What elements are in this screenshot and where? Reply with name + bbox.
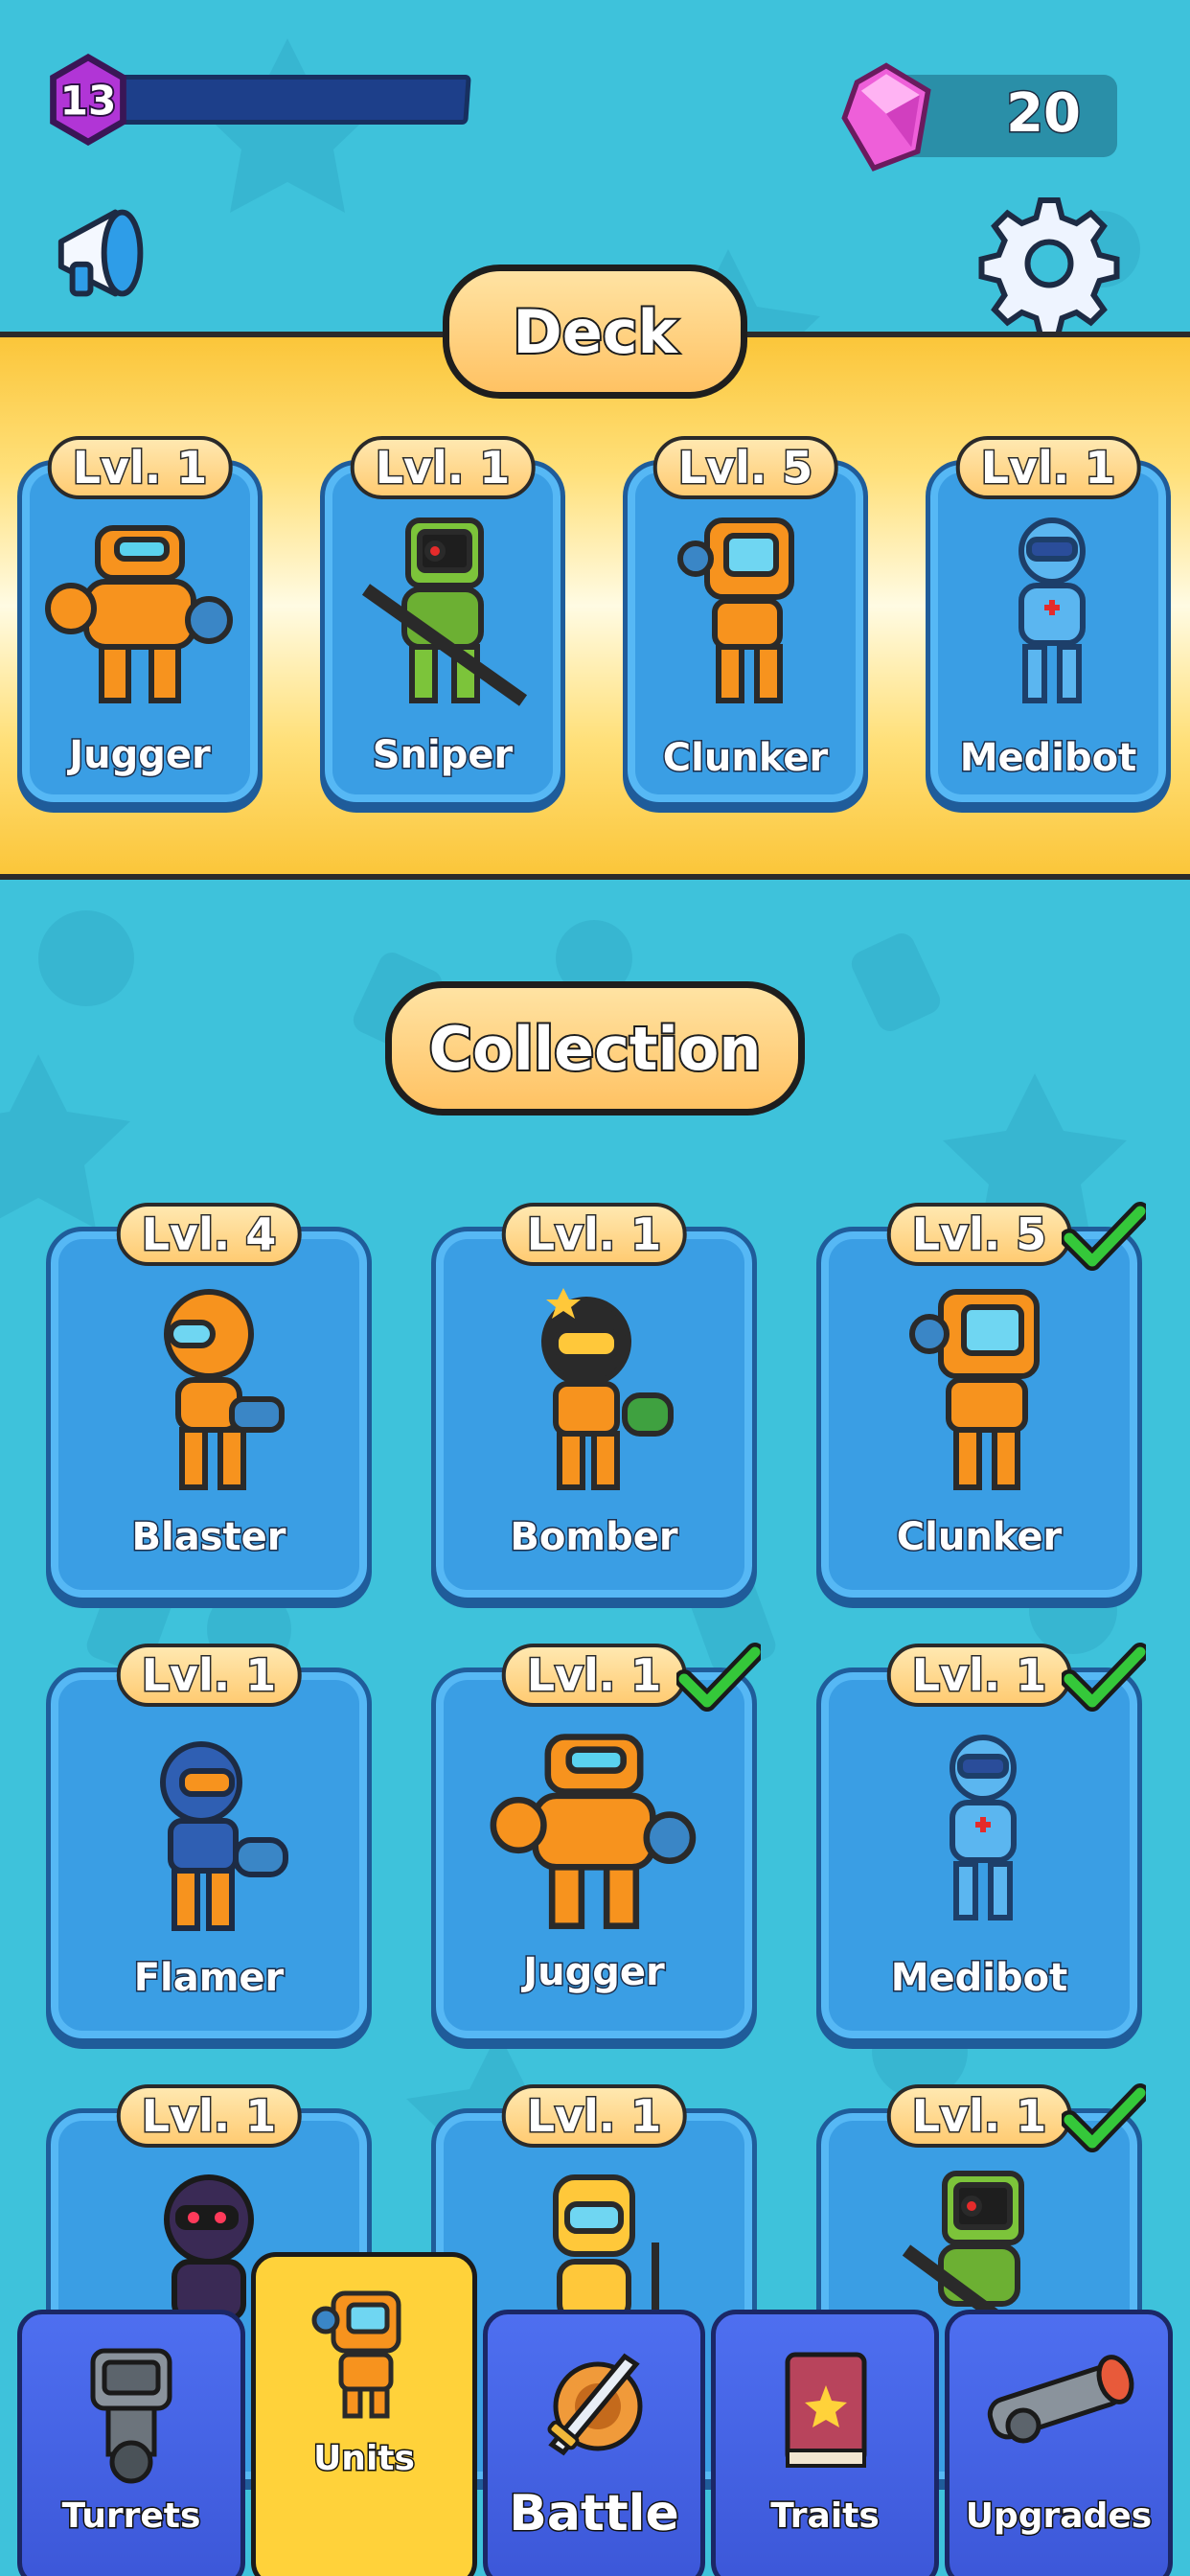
tab-label: Units <box>312 2438 417 2480</box>
medibot-robot-icon <box>1018 518 1086 703</box>
xp-progress-bar <box>103 75 471 125</box>
card-level-label: Lvl. 1 <box>955 436 1141 499</box>
player-level-badge: 13 <box>50 54 126 146</box>
gem-icon <box>841 62 931 172</box>
settings-gear-icon[interactable] <box>977 192 1121 335</box>
tab-label: Battle <box>508 2484 681 2544</box>
in-deck-check-icon <box>1062 1202 1146 1271</box>
card-name: Bomber <box>509 1514 679 1561</box>
book-icon <box>785 2352 867 2468</box>
card-level-label: Lvl. 5 <box>652 436 838 499</box>
card-name: Jugger <box>68 732 212 779</box>
collection-card-clunker[interactable]: Lvl. 5 Clunker <box>816 1203 1142 1602</box>
tab-traits[interactable]: Traits <box>711 2310 939 2576</box>
card-level-label: Lvl. 1 <box>116 1644 302 1707</box>
card-level-label: Lvl. 1 <box>501 1203 687 1266</box>
collection-card-jugger[interactable]: Lvl. 1 Jugger <box>431 1644 757 2043</box>
in-deck-check-icon <box>676 1643 761 1712</box>
turret-icon <box>90 2348 172 2484</box>
card-name: Blaster <box>130 1514 287 1561</box>
collection-card-bomber[interactable]: Lvl. 1 Bomber <box>431 1203 757 1602</box>
in-deck-check-icon <box>1062 2083 1146 2152</box>
sniper-robot-icon <box>361 518 528 706</box>
collection-card-blaster[interactable]: Lvl. 4 Blaster <box>46 1203 372 1602</box>
card-level-label: Lvl. 1 <box>116 2084 302 2148</box>
card-name: Flamer <box>132 1955 286 2002</box>
collection-card-flamer[interactable]: Lvl. 1 Flamer <box>46 1644 372 2043</box>
card-name: Jugger <box>522 1949 666 1996</box>
gem-count: 20 <box>1005 81 1083 147</box>
megaphone-icon[interactable] <box>50 196 163 310</box>
card-name: Clunker <box>895 1514 1063 1561</box>
card-level-label: Lvl. 1 <box>501 1644 687 1707</box>
jugger-robot-icon <box>490 1734 697 1929</box>
tab-label: Turrets <box>60 2496 202 2538</box>
collection-card-medibot[interactable]: Lvl. 1 Medibot <box>816 1644 1142 2043</box>
flamer-robot-icon <box>160 1741 288 1931</box>
player-level-text: 13 <box>60 77 117 124</box>
deck-title: Deck <box>443 264 747 399</box>
bottom-nav: Turrets Units Battle Traits Upgrades <box>0 2252 1190 2576</box>
jugger-robot-icon <box>45 525 233 703</box>
tab-turrets[interactable]: Turrets <box>17 2310 245 2576</box>
tab-units[interactable]: Units <box>251 2252 477 2576</box>
sword-shield-icon <box>547 2353 643 2456</box>
deck-card-1[interactable]: Lvl. 1 Jugger <box>17 436 263 807</box>
card-level-label: Lvl. 1 <box>501 2084 687 2148</box>
unit-icon <box>311 2290 401 2419</box>
clunker-robot-icon <box>677 518 794 703</box>
in-deck-check-icon <box>1062 1643 1146 1712</box>
card-level-label: Lvl. 1 <box>350 436 536 499</box>
card-name: Clunker <box>661 735 829 782</box>
card-level-label: Lvl. 4 <box>116 1203 302 1266</box>
tab-label: Traits <box>769 2496 881 2538</box>
medibot-robot-icon <box>950 1735 1017 1920</box>
tab-battle[interactable]: Battle <box>483 2310 705 2576</box>
clunker-robot-icon <box>909 1289 1040 1490</box>
card-level-label: Lvl. 5 <box>886 1203 1072 1266</box>
deck-card-4[interactable]: Lvl. 1 Medibot <box>926 436 1171 807</box>
deck-card-2[interactable]: Lvl. 1 Sniper <box>320 436 565 807</box>
card-name: Medibot <box>889 1955 1069 2002</box>
collection-title: Collection <box>385 981 805 1116</box>
card-name: Medibot <box>958 735 1138 782</box>
card-level-label: Lvl. 1 <box>47 436 233 499</box>
deck-card-3[interactable]: Lvl. 5 Clunker <box>623 436 868 807</box>
card-name: Sniper <box>371 732 514 779</box>
blaster-robot-icon <box>164 1289 285 1490</box>
tab-label: Upgrades <box>964 2496 1153 2538</box>
cannon-icon <box>987 2355 1134 2444</box>
card-level-label: Lvl. 1 <box>886 1644 1072 1707</box>
tab-upgrades[interactable]: Upgrades <box>945 2310 1173 2576</box>
card-level-label: Lvl. 1 <box>886 2084 1072 2148</box>
bomber-robot-icon <box>541 1288 674 1490</box>
